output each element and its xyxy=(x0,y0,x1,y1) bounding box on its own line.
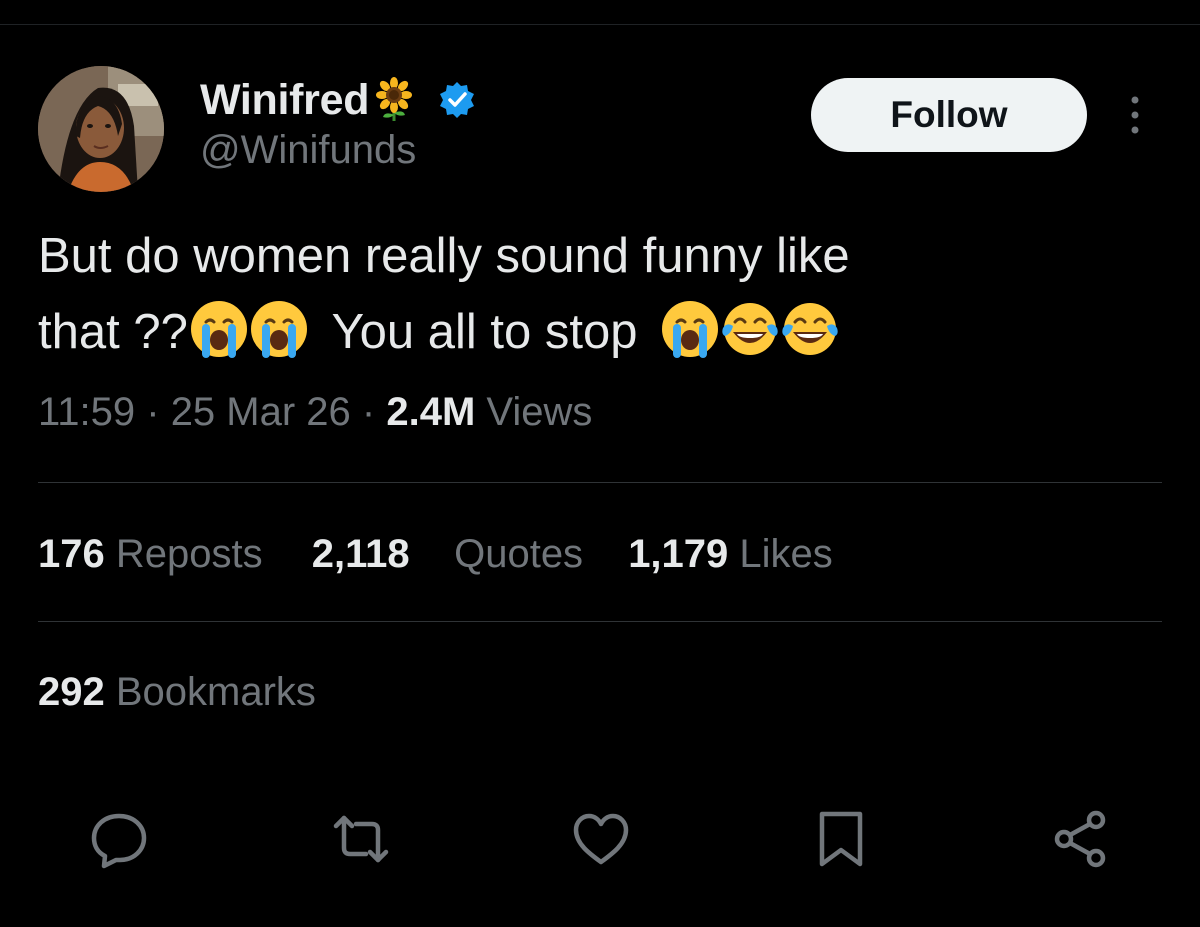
loudly-crying-face-icon xyxy=(659,298,721,360)
sunflower-icon xyxy=(371,77,417,123)
reposts-stat[interactable]: 176 Reposts xyxy=(38,532,263,576)
tweet-text-part-2: You all to stop xyxy=(331,305,638,359)
views-count: 2.4M xyxy=(386,390,476,434)
divider xyxy=(38,482,1162,483)
author-handle[interactable]: @Winifunds xyxy=(200,128,477,172)
reply-icon[interactable] xyxy=(88,808,150,870)
tweet-meta: 11:59 · 25 Mar 26 · 2.4M Views xyxy=(38,390,592,435)
bookmarks-count: 292 xyxy=(38,670,105,714)
bookmarks-label: Bookmarks xyxy=(115,670,316,714)
top-divider xyxy=(0,24,1200,25)
tweet-date[interactable]: 25 Mar 26 xyxy=(171,390,351,434)
tweet-text-part-1: that ?? xyxy=(38,305,188,359)
bookmark-icon[interactable] xyxy=(810,808,872,870)
views-label: Views xyxy=(486,390,593,434)
likes-label: Likes xyxy=(739,532,833,576)
share-icon[interactable] xyxy=(1050,808,1112,870)
likes-count: 1,179 xyxy=(628,532,729,576)
divider xyxy=(38,621,1162,622)
face-with-tears-of-joy-icon xyxy=(719,298,781,360)
face-with-tears-of-joy-icon xyxy=(779,298,841,360)
name-row: Winifred xyxy=(200,72,477,128)
loudly-crying-face-icon xyxy=(248,298,310,360)
bookmarks-stat[interactable]: 292 Bookmarks xyxy=(38,670,316,715)
display-name[interactable]: Winifred xyxy=(200,76,370,125)
engagement-stats: 176 Reposts 2,118 Quotes 1,179 Likes xyxy=(38,532,833,577)
verified-badge-icon[interactable] xyxy=(437,80,477,120)
likes-stat[interactable]: 1,179 Likes xyxy=(628,532,833,576)
avatar[interactable] xyxy=(38,66,164,192)
author-info: Winifred @Winifunds xyxy=(200,72,477,172)
reposts-count: 176 xyxy=(38,532,105,576)
quotes-stat[interactable]: 2,118 Quotes xyxy=(312,532,583,576)
tweet-text: But do women really sound funny like tha… xyxy=(38,218,1158,370)
like-icon[interactable] xyxy=(570,808,632,870)
follow-button[interactable]: Follow xyxy=(811,78,1087,152)
quotes-count: 2,118 xyxy=(311,532,410,576)
more-vertical-icon[interactable] xyxy=(1120,94,1150,138)
tweet-time[interactable]: 11:59 xyxy=(38,390,135,434)
tweet-line-1: But do women really sound funny like xyxy=(38,229,850,283)
loudly-crying-face-icon xyxy=(188,298,250,360)
reposts-label: Reposts xyxy=(115,532,263,576)
quotes-label: Quotes xyxy=(454,532,584,576)
tweet-line-2: that ?? You all to stop xyxy=(38,294,1158,370)
meta-separator: · xyxy=(135,390,171,434)
meta-separator: · xyxy=(350,390,387,434)
repost-icon[interactable] xyxy=(330,808,392,870)
